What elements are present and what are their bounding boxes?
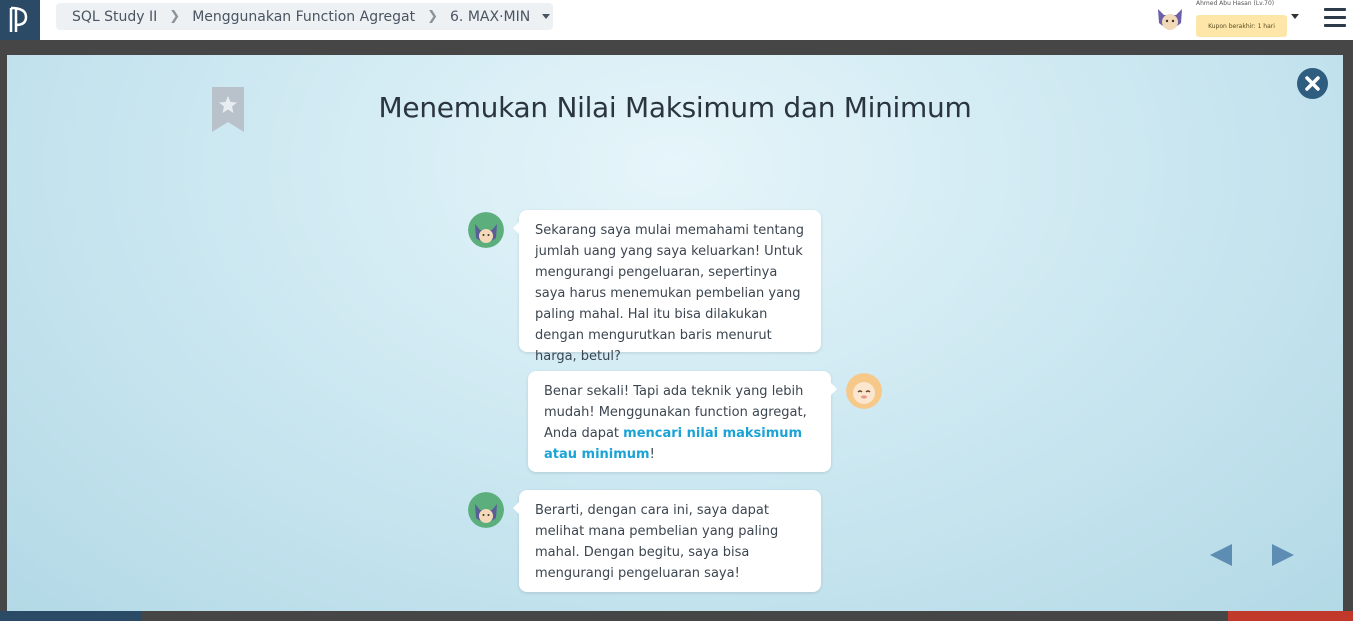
breadcrumb: SQL Study II ❯ Menggunakan Function Agre… bbox=[56, 3, 553, 30]
arrow-left-icon[interactable] bbox=[1210, 544, 1232, 566]
student-avatar-icon bbox=[468, 212, 504, 248]
breadcrumb-course[interactable]: SQL Study II bbox=[72, 9, 157, 25]
teacher-avatar-icon bbox=[846, 373, 882, 409]
user-name: Ahmed Abu Hasan (Lv.70) bbox=[1196, 0, 1275, 7]
chevron-right-icon: ❯ bbox=[427, 9, 439, 24]
chevron-down-icon[interactable] bbox=[1291, 14, 1299, 19]
footer-strip bbox=[0, 611, 142, 621]
teacher-text-end: ! bbox=[649, 447, 655, 462]
chat-bubble-student: Sekarang saya mulai memahami tentang jum… bbox=[513, 210, 821, 364]
chat-bubble-teacher: Benar sekali! Tapi ada teknik yang lebih… bbox=[528, 371, 837, 472]
footer-strip-right bbox=[1228, 611, 1353, 621]
coupon-badge: Kupon berakhir: 1 hari bbox=[1196, 15, 1287, 37]
chevron-right-icon: ❯ bbox=[169, 9, 181, 24]
breadcrumb-lesson[interactable]: 6. MAX·MIN bbox=[450, 9, 530, 25]
top-bar: SQL Study II ❯ Menggunakan Function Agre… bbox=[0, 0, 1353, 40]
modal-title: Menemukan Nilai Maksimum dan Minimum bbox=[378, 91, 972, 124]
hamburger-menu-icon[interactable] bbox=[1324, 8, 1346, 27]
breadcrumb-chapter[interactable]: Menggunakan Function Agregat bbox=[192, 9, 415, 25]
logo-icon[interactable] bbox=[0, 0, 40, 40]
user-avatar-icon[interactable] bbox=[1155, 5, 1185, 33]
chevron-down-icon[interactable] bbox=[542, 14, 551, 19]
lesson-modal: Menemukan Nilai Maksimum dan Minimum Sek… bbox=[7, 55, 1343, 611]
close-icon[interactable] bbox=[1297, 68, 1328, 99]
chat-bubble-student: Berarti, dengan cara ini, saya dapat mel… bbox=[513, 490, 821, 592]
arrow-right-icon[interactable] bbox=[1272, 544, 1294, 566]
student-avatar-icon bbox=[468, 492, 504, 528]
